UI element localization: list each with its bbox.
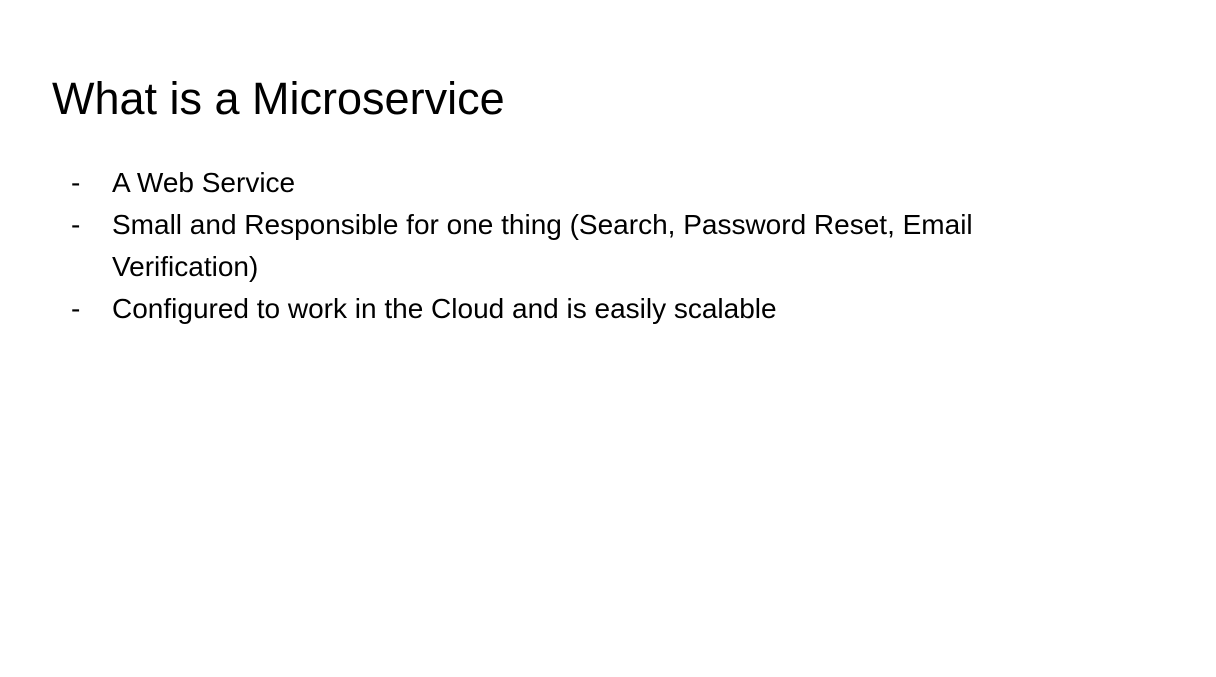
bullet-marker: - (71, 293, 81, 324)
bullet-marker: - (71, 209, 81, 240)
bullet-item-cloud-scalable: - Configured to work in the Cloud and is… (68, 288, 1118, 330)
bullet-marker: - (71, 167, 81, 198)
bullet-text: A Web Service (112, 167, 296, 198)
bullet-list: - A Web Service - Small and Responsible … (68, 162, 1118, 330)
bullet-text: Small and Responsible for one thing (Sea… (112, 209, 973, 282)
slide-title: What is a Microservice (52, 73, 505, 124)
slide: What is a Microservice - A Web Service -… (0, 0, 1216, 677)
bullet-text: Configured to work in the Cloud and is e… (112, 293, 777, 324)
bullet-item-web-service: - A Web Service (68, 162, 1118, 204)
bullet-item-small-responsible: - Small and Responsible for one thing (S… (68, 204, 1118, 288)
